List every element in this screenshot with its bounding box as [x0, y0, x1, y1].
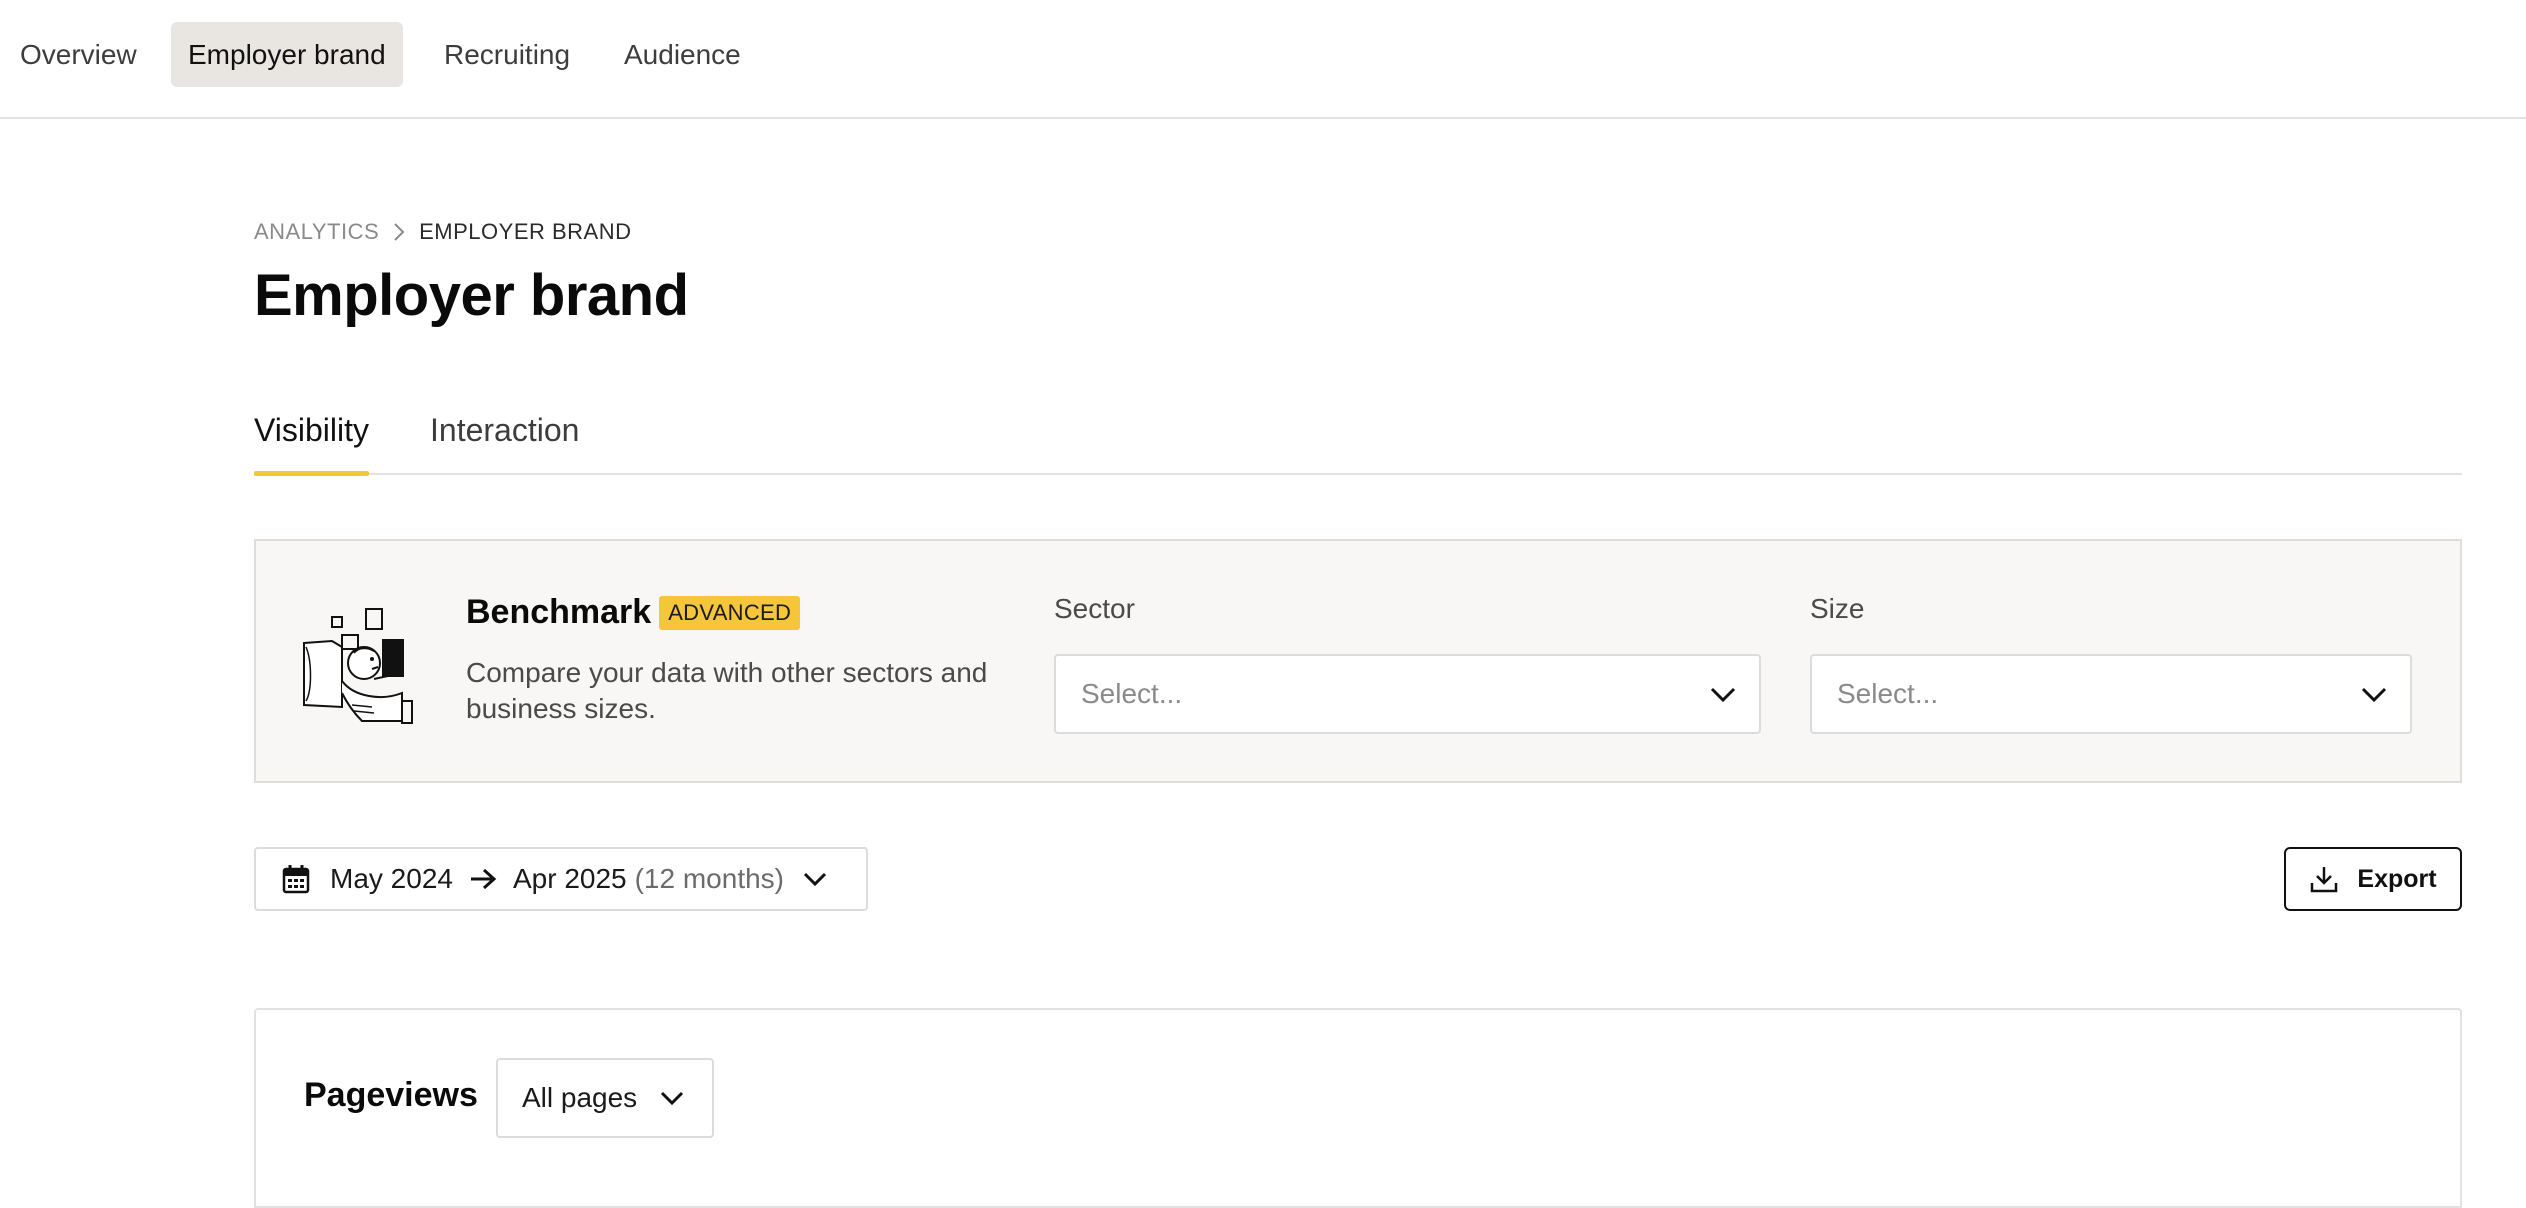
breadcrumb: ANALYTICS EMPLOYER BRAND [254, 218, 632, 246]
tab-visibility[interactable]: Visibility [254, 412, 369, 476]
breadcrumb-current: EMPLOYER BRAND [419, 219, 632, 244]
chevron-down-icon [1710, 687, 1736, 703]
nav-item-audience[interactable]: Audience [607, 22, 758, 87]
tab-bar: Visibility Interaction [254, 402, 2462, 476]
nav-item-recruiting[interactable]: Recruiting [427, 22, 587, 87]
chevron-down-icon [661, 1091, 684, 1106]
arrow-right-icon [470, 868, 497, 890]
benchmark-illustration-icon [303, 608, 413, 724]
size-label: Size [1810, 593, 1865, 624]
chevron-down-icon [803, 872, 827, 887]
advanced-badge: ADVANCED [659, 595, 801, 630]
date-range-end: Apr 2025 [512, 863, 627, 894]
benchmark-panel: Benchmark ADVANCED Compare your data wit… [254, 539, 2462, 783]
tab-interaction[interactable]: Interaction [430, 412, 579, 473]
sector-label: Sector [1054, 593, 1135, 624]
export-button-label: Export [2357, 864, 2437, 893]
date-range-start: May 2024 [330, 863, 453, 894]
benchmark-description: Compare your data with other sectors and… [466, 657, 988, 724]
nav-item-employer-brand[interactable]: Employer brand [171, 22, 403, 87]
pageviews-card: Pageviews All pages [254, 1008, 2462, 1208]
download-icon [2311, 867, 2338, 893]
date-range-duration: (12 months) [634, 863, 785, 894]
pages-filter-value: All pages [522, 1082, 638, 1113]
page-title: Employer brand [254, 263, 689, 328]
breadcrumb-analytics-link[interactable]: ANALYTICS [254, 219, 379, 245]
size-select-placeholder: Select... [1837, 678, 1939, 709]
pages-filter-select[interactable]: All pages [496, 1058, 714, 1138]
sector-select[interactable]: Select... [1054, 654, 1761, 734]
calendar-icon [282, 865, 310, 894]
date-range-picker[interactable]: May 2024 Apr 2025 (12 months) [254, 847, 868, 911]
export-button[interactable]: Export [2284, 847, 2462, 911]
top-navigation: Overview Employer brand Recruiting Audie… [0, 0, 2526, 119]
nav-item-overview[interactable]: Overview [3, 22, 154, 87]
pageviews-title: Pageviews [304, 1076, 478, 1114]
benchmark-title: Benchmark [466, 593, 652, 631]
benchmark-heading: Benchmark ADVANCED [466, 593, 801, 632]
chevron-down-icon [2361, 687, 2387, 703]
chevron-right-icon [393, 222, 405, 242]
size-select[interactable]: Select... [1810, 654, 2412, 734]
sector-select-placeholder: Select... [1081, 678, 1183, 709]
